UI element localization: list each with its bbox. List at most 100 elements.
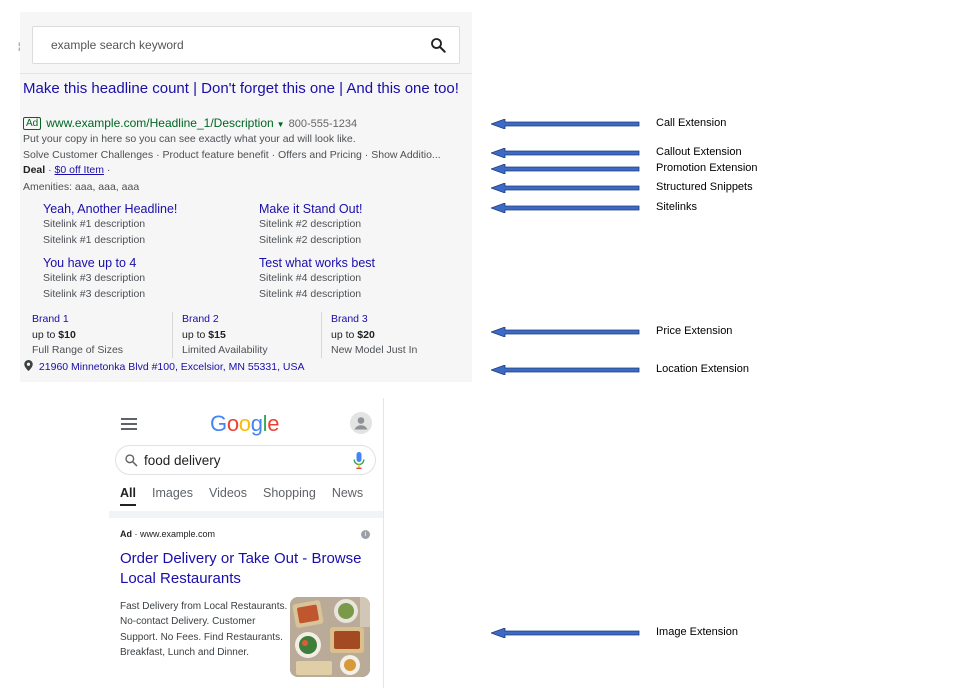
- location-address[interactable]: 21960 Minnetonka Blvd #100, Excelsior, M…: [39, 361, 305, 373]
- promotion-extension: Deal · $0 off Item ·: [23, 164, 111, 176]
- desktop-ad-preview: ¦ example search keyword Make this headl…: [18, 12, 472, 382]
- map-pin-icon: [24, 360, 36, 373]
- arrow-left-icon: [491, 183, 640, 193]
- search-tabs: All Images Videos Shopping News: [120, 486, 382, 506]
- location-extension[interactable]: 21960 Minnetonka Blvd #100, Excelsior, M…: [24, 360, 305, 373]
- price-divider: [172, 312, 173, 358]
- promotion-label: Deal: [23, 164, 46, 176]
- arrow-left-icon: [491, 164, 640, 174]
- sitelink-description: Sitelink #4 description: [259, 287, 362, 300]
- price-prefix: up to: [32, 328, 59, 341]
- edge-mark: ¦: [18, 41, 21, 51]
- mobile-ad-description: Fast Delivery from Local Restaurants. No…: [120, 601, 288, 658]
- section-divider: [109, 511, 383, 518]
- price-detail: New Model Just In: [331, 344, 418, 356]
- menu-icon[interactable]: [121, 418, 137, 430]
- price-item-2[interactable]: Brand 2 up to $15 Limited Availability: [182, 312, 330, 360]
- price-item-3[interactable]: Brand 3 up to $20 New Model Just In: [331, 312, 479, 360]
- price-divider: [321, 312, 322, 358]
- ad-headline[interactable]: Make this headline count | Don't forget …: [23, 79, 463, 98]
- tab-shopping[interactable]: Shopping: [263, 486, 316, 500]
- tab-videos[interactable]: Videos: [209, 486, 247, 500]
- sitelink-description: Sitelink #1 description: [43, 233, 146, 246]
- price-brand[interactable]: Brand 1: [32, 312, 180, 328]
- ad-badge: Ad: [120, 529, 132, 539]
- panel-edge: [383, 398, 384, 688]
- logo-letter: e: [267, 411, 280, 436]
- caret-down-icon[interactable]: ▼: [277, 120, 285, 129]
- mobile-search-input[interactable]: food delivery: [144, 453, 221, 468]
- price-amount: $10: [58, 328, 76, 341]
- sitelink-1[interactable]: Yeah, Another Headline! Sitelink #1 desc…: [43, 201, 243, 248]
- arrow-left-icon: [491, 327, 640, 337]
- promotion-link[interactable]: $0 off Item: [55, 164, 104, 176]
- price-prefix: up to: [182, 328, 209, 341]
- price-amount: $15: [208, 328, 226, 341]
- search-input[interactable]: example search keyword: [51, 38, 184, 52]
- structured-snippet: Amenities: aaa, aaa, aaa: [23, 181, 140, 193]
- ad-description: Put your copy in here so you can see exa…: [23, 133, 356, 145]
- price-detail: Limited Availability: [182, 344, 268, 356]
- sitelink-title[interactable]: Test what works best: [259, 255, 459, 271]
- price-item-1[interactable]: Brand 1 up to $10 Full Range of Sizes: [32, 312, 180, 360]
- mobile-ad-preview: Google food delivery All Images Videos Shop…: [109, 398, 384, 688]
- price-value-line: up to $20: [331, 328, 479, 344]
- ad-url-line: Ad www.example.com/Headline_1/Description…: [23, 116, 357, 130]
- label-structured-snippets: Structured Snippets: [656, 181, 753, 193]
- logo-letter: o: [226, 411, 239, 436]
- mobile-search-box[interactable]: food delivery: [115, 445, 376, 475]
- sitelink-description: Sitelink #1 description: [43, 218, 146, 230]
- logo-letter: o: [238, 411, 251, 436]
- sitelink-2[interactable]: Make it Stand Out! Sitelink #2 descripti…: [259, 201, 459, 248]
- sitelink-description: Sitelink #2 description: [259, 233, 362, 246]
- sitelink-3[interactable]: You have up to 4 Sitelink #3 description…: [43, 255, 243, 302]
- arrow-left-icon: [491, 203, 640, 213]
- sitelink-description: Sitelink #3 description: [43, 287, 146, 300]
- logo-letter: g: [250, 411, 263, 436]
- label-sitelinks: Sitelinks: [656, 201, 697, 213]
- price-brand[interactable]: Brand 3: [331, 312, 479, 328]
- arrow-left-icon: [491, 119, 640, 129]
- arrow-left-icon: [491, 628, 640, 638]
- sitelink-title[interactable]: Yeah, Another Headline!: [43, 201, 243, 217]
- ad-badge: Ad: [23, 117, 42, 130]
- search-icon[interactable]: [124, 453, 138, 467]
- sitelink-description: Sitelink #4 description: [259, 272, 362, 284]
- sitelink-4[interactable]: Test what works best Sitelink #4 descrip…: [259, 255, 459, 302]
- price-prefix: up to: [331, 328, 358, 341]
- search-icon[interactable]: [429, 36, 447, 54]
- sitelink-title[interactable]: You have up to 4: [43, 255, 243, 271]
- food-image-icon[interactable]: [290, 597, 370, 677]
- microphone-icon[interactable]: [353, 452, 365, 470]
- price-value-line: up to $10: [32, 328, 180, 344]
- label-call-extension: Call Extension: [656, 117, 727, 129]
- google-logo[interactable]: Google: [210, 411, 279, 437]
- tab-all[interactable]: All: [120, 486, 136, 500]
- tab-news[interactable]: News: [332, 486, 363, 500]
- divider: [20, 73, 472, 74]
- sitelink-description: Sitelink #2 description: [259, 218, 362, 230]
- info-icon[interactable]: i: [361, 530, 370, 539]
- label-callout-extension: Callout Extension: [656, 146, 742, 158]
- label-price-extension: Price Extension: [656, 325, 733, 337]
- mobile-display-url[interactable]: · www.example.com: [132, 529, 216, 539]
- sitelink-title[interactable]: Make it Stand Out!: [259, 201, 459, 217]
- callout-extension: Solve Customer Challenges · Product feat…: [23, 149, 441, 161]
- account-avatar-icon[interactable]: [350, 412, 372, 434]
- sitelink-description: Sitelink #3 description: [43, 272, 146, 284]
- mobile-ad-headline[interactable]: Order Delivery or Take Out - Browse Loca…: [120, 549, 376, 589]
- label-image-extension: Image Extension: [656, 626, 738, 638]
- search-box[interactable]: example search keyword: [32, 26, 460, 64]
- arrow-left-icon: [491, 365, 640, 375]
- call-extension-phone[interactable]: 800-555-1234: [289, 118, 358, 130]
- tab-images[interactable]: Images: [152, 486, 193, 500]
- label-location-extension: Location Extension: [656, 363, 749, 375]
- display-url[interactable]: www.example.com/Headline_1/Description: [46, 116, 273, 130]
- price-brand[interactable]: Brand 2: [182, 312, 330, 328]
- mobile-ad-url-line: Ad · www.example.com: [120, 529, 215, 539]
- active-tab-indicator: [120, 504, 136, 506]
- arrow-left-icon: [491, 148, 640, 158]
- label-promotion-extension: Promotion Extension: [656, 162, 758, 174]
- price-value-line: up to $15: [182, 328, 330, 344]
- price-detail: Full Range of Sizes: [32, 344, 124, 356]
